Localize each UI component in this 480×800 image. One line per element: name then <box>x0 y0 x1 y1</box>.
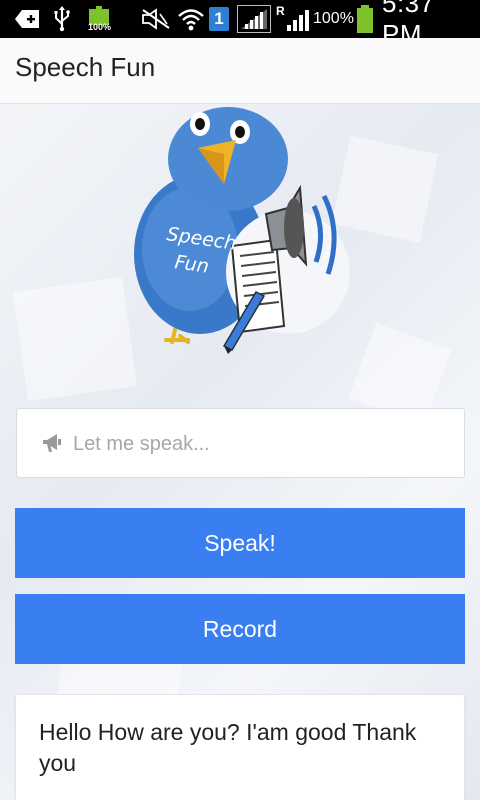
speak-input[interactable] <box>73 423 453 465</box>
battery-percent: 100% <box>313 10 354 27</box>
recognized-text: Hello How are you? I'am good Thank you <box>39 719 417 776</box>
action-bar: Speech Fun <box>0 38 480 104</box>
mute-icon <box>140 6 172 32</box>
usb-icon <box>50 6 74 32</box>
app-title: Speech Fun <box>15 52 156 82</box>
wifi-icon <box>176 6 206 32</box>
notification-plus-icon <box>12 6 42 32</box>
app-logo: Speech Fun <box>128 104 350 358</box>
speak-button[interactable]: Speak! <box>15 508 465 578</box>
megaphone-icon <box>41 431 65 455</box>
sim-badge: 1 <box>208 6 230 32</box>
clock: 5:37 PM <box>382 0 435 49</box>
result-card: Hello How are you? I'am good Thank you <box>15 694 465 800</box>
battery-notification-label: 100% <box>88 22 112 32</box>
sim-number: 1 <box>209 7 229 31</box>
record-button[interactable]: Record <box>15 594 465 664</box>
signal-bars-icon <box>284 6 312 32</box>
speak-input-box[interactable] <box>16 408 465 478</box>
signal-strength-icon <box>236 5 272 33</box>
battery-icon <box>355 5 375 33</box>
status-bar: 100% 1 R 100% 5:37 PM <box>0 0 480 49</box>
